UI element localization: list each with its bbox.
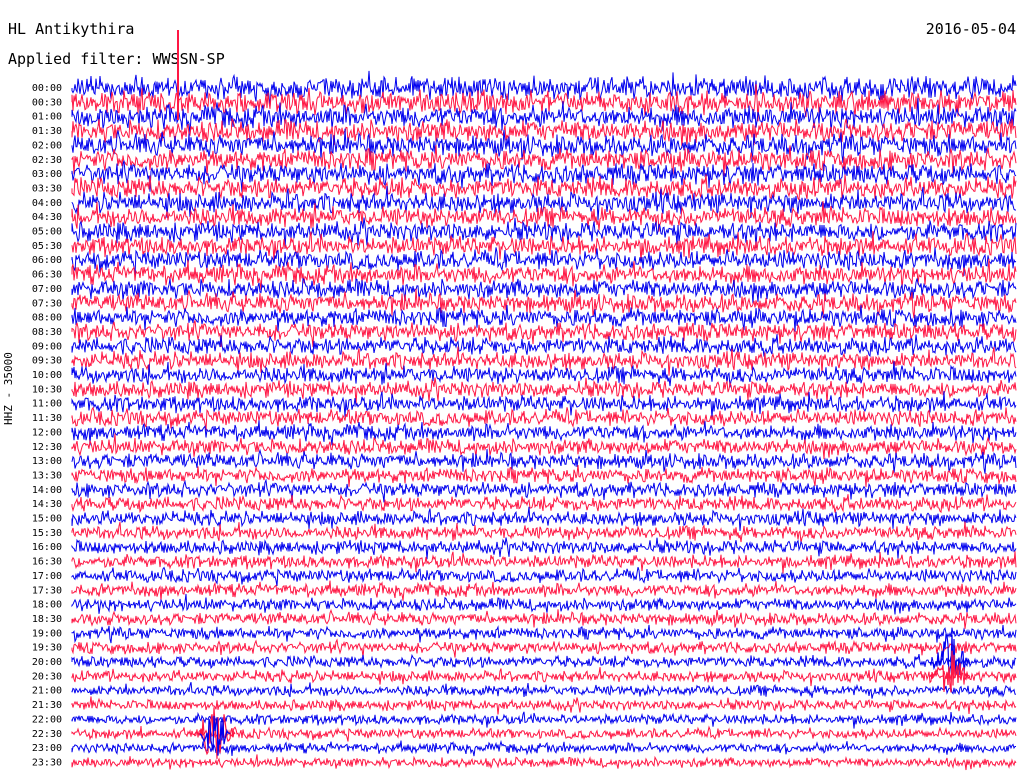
- trace-1530: [71, 521, 1017, 543]
- row-time-label: 10:30: [32, 384, 62, 395]
- row-time-label: 18:30: [32, 614, 62, 625]
- row-time-label: 08:30: [32, 327, 62, 338]
- row-time-label: 08:00: [32, 313, 62, 324]
- row-time-label: 14:00: [32, 485, 62, 496]
- row-time-label: 22:30: [32, 729, 62, 740]
- trace-2030: [71, 667, 1017, 687]
- row-time-label: 07:30: [32, 298, 62, 309]
- row-time-label: 01:30: [32, 126, 62, 137]
- row-time-label: 07:00: [32, 284, 62, 295]
- row-time-label: 00:30: [32, 97, 62, 108]
- trace-1600: [71, 537, 1017, 560]
- trace-2000: [71, 653, 1017, 670]
- trace-1930: [71, 638, 1017, 658]
- row-time-label: 01:00: [32, 112, 62, 123]
- row-time-label: 13:00: [32, 456, 62, 467]
- row-time-label: 15:00: [32, 514, 62, 525]
- row-time-label: 21:30: [32, 700, 62, 711]
- row-time-label: 20:30: [32, 671, 62, 682]
- row-time-label: 17:00: [32, 571, 62, 582]
- row-time-label: 18:00: [32, 600, 62, 611]
- row-time-label: 20:00: [32, 657, 62, 668]
- row-time-label: 03:30: [32, 183, 62, 194]
- row-time-label: 19:30: [32, 643, 62, 654]
- row-time-label: 11:30: [32, 413, 62, 424]
- row-time-label: 00:00: [32, 83, 62, 94]
- row-time-label: 13:30: [32, 470, 62, 481]
- row-time-label: 16:00: [32, 542, 62, 553]
- trace-1800: [71, 593, 1017, 615]
- trace-1730: [71, 580, 1017, 601]
- seismogram-plot: 00:00 00:30 01:00 01:30 02:00 02:30 03:00 03:30…: [32, 30, 1017, 771]
- row-time-label: 19:00: [32, 628, 62, 639]
- row-time-label: 21:00: [32, 686, 62, 697]
- row-time-label: 15:30: [32, 528, 62, 539]
- row-time-label: 02:00: [32, 140, 62, 151]
- trace-0930: [71, 346, 1017, 376]
- row-time-label: 10:00: [32, 370, 62, 381]
- row-time-label: 11:00: [32, 399, 62, 410]
- row-time-label: 12:30: [32, 442, 62, 453]
- row-time-label: 23:00: [32, 743, 62, 754]
- row-time-label: 12:00: [32, 427, 62, 438]
- row-time-label: 23:30: [32, 757, 62, 768]
- row-time-label: 02:30: [32, 155, 62, 166]
- row-time-label: 16:30: [32, 557, 62, 568]
- row-time-label: 05:00: [32, 227, 62, 238]
- row-time-label: 09:00: [32, 341, 62, 352]
- row-time-label: 06:00: [32, 255, 62, 266]
- trace-2330: [71, 754, 1017, 771]
- row-time-label: 04:30: [32, 212, 62, 223]
- row-time-label: 06:30: [32, 270, 62, 281]
- trace-1700: [71, 566, 1017, 587]
- row-time-label: 09:30: [32, 356, 62, 367]
- trace-1900: [71, 624, 1017, 644]
- row-time-label: 17:30: [32, 585, 62, 596]
- row-time-label: 14:30: [32, 499, 62, 510]
- trace-1000: [71, 361, 1017, 388]
- trace-1330: [71, 464, 1017, 488]
- row-time-label: 03:00: [32, 169, 62, 180]
- trace-1830: [71, 608, 1017, 629]
- row-time-label: 04:00: [32, 198, 62, 209]
- trace-2100: [71, 682, 1017, 699]
- row-time-label: 05:30: [32, 241, 62, 252]
- trace-1430: [71, 493, 1017, 514]
- row-time-label: 22:00: [32, 714, 62, 725]
